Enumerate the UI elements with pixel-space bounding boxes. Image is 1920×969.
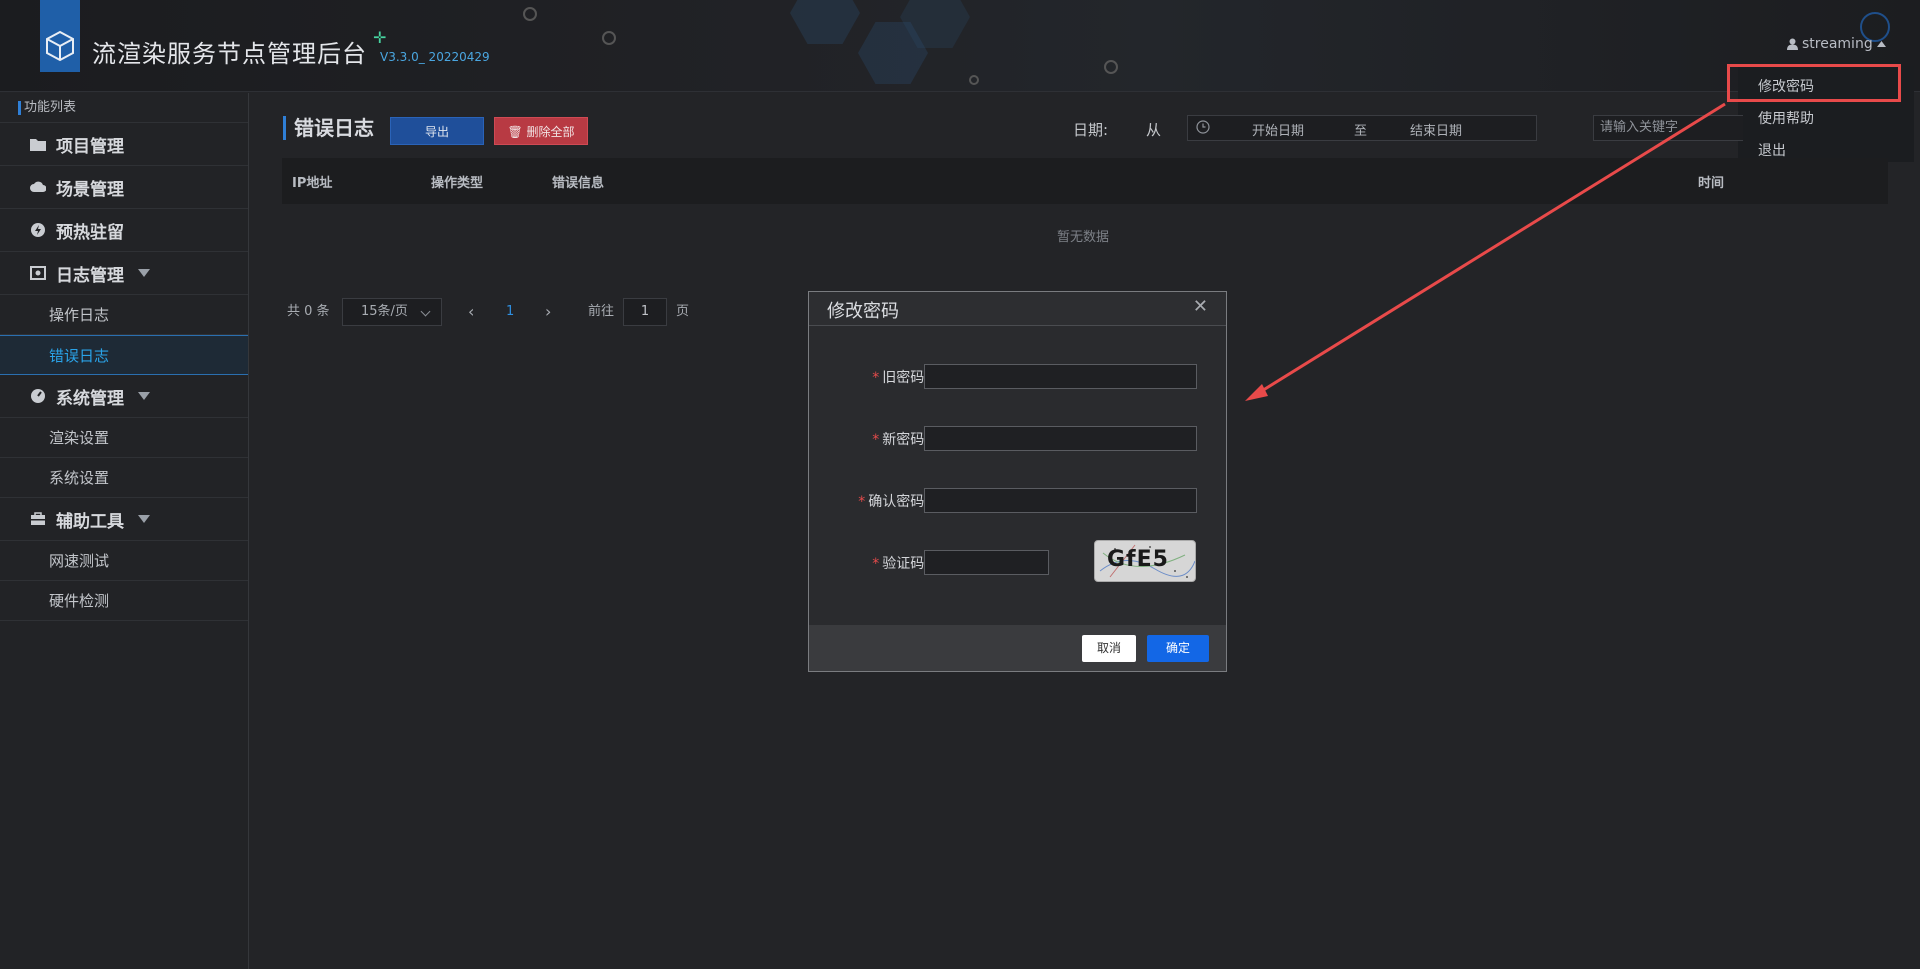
caret-up-icon: [1876, 41, 1886, 47]
chevron-down-icon: [138, 515, 150, 523]
confirm-password-label: * 确认密码:: [858, 494, 929, 510]
old-password-label: * 旧密码:: [872, 370, 929, 386]
delete-all-label: 删除全部: [526, 125, 575, 139]
page-size-select[interactable]: 15条/页: [342, 298, 442, 326]
app-title: 流渲染服务节点管理后台: [92, 40, 367, 68]
sidebar-item-label: 预热驻留: [56, 222, 124, 243]
captcha-field[interactable]: [924, 550, 1049, 575]
chevron-right-icon[interactable]: ›: [545, 298, 551, 326]
captcha-label: * 验证码:: [872, 556, 929, 572]
old-password-field[interactable]: [924, 364, 1197, 389]
page-title: 错误日志: [283, 116, 374, 140]
log-icon: [30, 266, 46, 280]
sidebar-item-tools[interactable]: 辅助工具: [0, 498, 248, 541]
delete-all-button[interactable]: 🗑 删除全部: [494, 117, 588, 145]
trash-icon: 🗑: [507, 125, 523, 139]
sidebar-item-log[interactable]: 日志管理: [0, 252, 248, 295]
from-label: 从: [1146, 121, 1162, 139]
export-button[interactable]: 导出: [390, 117, 484, 145]
end-date-input[interactable]: 结束日期: [1410, 120, 1462, 139]
chevron-down-icon: [138, 269, 150, 277]
confirm-password-field[interactable]: [924, 488, 1197, 513]
sidebar-item-preheat[interactable]: 预热驻留: [0, 209, 248, 252]
bolt-icon: [31, 223, 45, 237]
dialog-title: 修改密码: [827, 301, 899, 322]
sidebar-item-label: 日志管理: [56, 265, 124, 286]
chevron-left-icon[interactable]: ‹: [468, 298, 474, 326]
required-mark: *: [872, 432, 880, 448]
sidebar-item-label: 场景管理: [56, 179, 124, 200]
sidebar-item-label: 辅助工具: [56, 511, 124, 532]
sidebar-item-render-settings[interactable]: 渲染设置: [0, 418, 248, 458]
date-label: 日期:: [1073, 121, 1109, 139]
keyword-search-input[interactable]: 请输入关键字: [1593, 115, 1743, 141]
empty-table-text: 暂无数据: [1057, 230, 1110, 245]
column-header-operation-type: 操作类型: [431, 176, 484, 191]
sidebar-item-project[interactable]: 项目管理: [0, 123, 248, 166]
sidebar-item-error-log[interactable]: 错误日志: [0, 335, 248, 375]
column-header-time: 时间: [1698, 176, 1725, 191]
clock-icon: [1196, 120, 1210, 138]
start-date-input[interactable]: 开始日期: [1252, 120, 1304, 139]
dialog-footer: 取消 确定: [809, 625, 1226, 671]
decor-dot: [523, 7, 537, 21]
user-menu-toggle[interactable]: streaming: [1787, 36, 1886, 52]
decor-hexagon: [790, 0, 860, 44]
pagination-total: 共 0 条: [287, 304, 330, 319]
table-header: IP地址 操作类型 错误信息 时间: [282, 158, 1888, 204]
cancel-button[interactable]: 取消: [1082, 635, 1136, 662]
sidebar-item-label: 项目管理: [56, 136, 124, 157]
plus-icon: ✛: [373, 28, 387, 47]
date-range-picker[interactable]: 开始日期 至 结束日期: [1187, 115, 1537, 141]
pagination-page-suffix: 页: [676, 304, 690, 319]
sidebar-item-scene[interactable]: 场景管理: [0, 166, 248, 209]
sidebar-item-label: 系统管理: [56, 388, 124, 409]
dialog-header: 修改密码 ✕: [809, 292, 1226, 326]
sidebar-item-speed-test[interactable]: 网速测试: [0, 541, 248, 581]
cloud-icon: [30, 181, 46, 192]
logo-icon: [46, 30, 74, 62]
chevron-down-icon: [138, 392, 150, 400]
captcha-image[interactable]: GfE5: [1094, 540, 1196, 582]
pagination-goto-label: 前往: [588, 304, 615, 319]
app-version: V3.3.0_ 20220429: [380, 50, 490, 64]
sidebar: 功能列表 项目管理 场景管理 预热驻留 日志管理 操作日志 错误日志 系统管理 …: [0, 93, 249, 969]
menu-item-logout[interactable]: 退出: [1758, 140, 1786, 160]
new-password-field[interactable]: [924, 426, 1197, 451]
sidebar-item-hardware-check[interactable]: 硬件检测: [0, 581, 248, 621]
required-mark: *: [872, 370, 880, 386]
user-name: streaming: [1802, 36, 1873, 52]
decor-dot: [1104, 60, 1118, 74]
confirm-button[interactable]: 确定: [1147, 635, 1209, 662]
range-separator: 至: [1354, 124, 1368, 139]
toolbox-icon: [31, 512, 45, 525]
new-password-label: * 新密码:: [872, 432, 929, 448]
menu-item-help[interactable]: 使用帮助: [1758, 108, 1814, 128]
gauge-icon: [31, 389, 45, 403]
pagination-goto-input[interactable]: 1: [623, 298, 667, 326]
user-icon: [1787, 38, 1798, 50]
required-mark: *: [858, 494, 866, 510]
change-password-dialog: 修改密码 ✕ * 旧密码: * 新密码: * 确认密码: * 验证码: GfE5 取消 …: [808, 291, 1227, 672]
decor-dot: [969, 75, 979, 85]
sidebar-item-operation-log[interactable]: 操作日志: [0, 295, 248, 335]
required-mark: *: [872, 556, 880, 572]
sidebar-item-system[interactable]: 系统管理: [0, 375, 248, 418]
captcha-text: GfE5: [1107, 547, 1169, 572]
column-header-error-message: 错误信息: [552, 176, 605, 191]
close-icon[interactable]: ✕: [1193, 296, 1208, 317]
pagination-current-page[interactable]: 1: [506, 298, 514, 326]
top-header: 流渲染服务节点管理后台 ✛ V3.3.0_ 20220429 streaming: [0, 0, 1920, 92]
sidebar-heading: 功能列表: [0, 93, 248, 123]
folder-icon: [30, 139, 46, 151]
app-logo: [40, 0, 80, 72]
annotation-highlight-box: [1727, 64, 1901, 102]
decor-dot: [602, 31, 616, 45]
sidebar-item-system-settings[interactable]: 系统设置: [0, 458, 248, 498]
column-header-ip: IP地址: [292, 176, 333, 191]
